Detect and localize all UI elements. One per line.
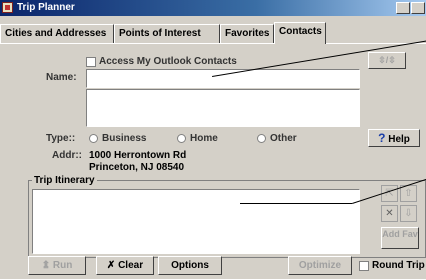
access-outlook-label: Access My Outlook Contacts [99,56,237,67]
tab-favorites[interactable]: Favorites [220,24,274,43]
run-button[interactable]: ⇭ Run [28,256,86,275]
name-label: Name: [46,72,77,83]
address-line2: Princeton, NJ 08540 [89,162,185,173]
itinerary-label: Trip Itinerary [32,175,97,186]
addr-label: Addr:: [52,150,82,161]
type-other-label: Other [270,133,297,144]
clear-button[interactable]: ✗ Clear [96,256,154,275]
maximize-button[interactable] [411,2,425,14]
delete-icon[interactable]: ✕ [381,205,398,222]
contact-lookup-button[interactable]: ⇳/⇳ [368,52,406,69]
run-label: Run [52,260,73,271]
contacts-panel: Access My Outlook Contacts ⇳/⇳ Name: Typ… [0,43,426,280]
question-icon: ? [378,131,386,145]
itinerary-list[interactable] [32,189,360,254]
type-business-label: Business [102,133,147,144]
window-title: Trip Planner [17,2,75,13]
move-down-icon[interactable]: ⇩ [400,205,417,222]
title-bar: Trip Planner [0,0,426,16]
help-button[interactable]: ? Help [368,129,420,147]
name-input[interactable] [86,69,360,88]
type-other-radio[interactable] [257,134,266,143]
type-business-radio[interactable] [89,134,98,143]
type-home-radio[interactable] [177,134,186,143]
add-fav-button[interactable]: Add Fav [381,227,419,249]
help-label: Help [388,134,410,145]
run-icon: ⇭ [41,260,51,271]
trip-planner-window: Trip Planner Cities and Addresses Points… [0,0,426,279]
address-line1: 1000 Herrontown Rd [89,150,187,161]
callout-line-itinerary [240,203,352,204]
app-icon [2,2,13,13]
optimize-button[interactable]: Optimize [288,256,352,275]
contact-details-box [86,89,360,127]
tab-points-of-interest[interactable]: Points of Interest [114,24,220,43]
minimize-button[interactable] [396,2,410,14]
access-outlook-checkbox[interactable] [86,57,96,67]
tab-cities-and-addresses[interactable]: Cities and Addresses [0,24,114,43]
tab-contacts[interactable]: Contacts [274,22,326,44]
clear-icon: ✗ [106,260,116,271]
round-trip-checkbox[interactable] [359,261,369,271]
type-label: Type:: [46,133,76,144]
options-button[interactable]: Options [158,256,222,275]
type-home-label: Home [190,133,218,144]
clear-label: Clear [118,260,144,271]
round-trip-label: Round Trip [372,260,425,271]
